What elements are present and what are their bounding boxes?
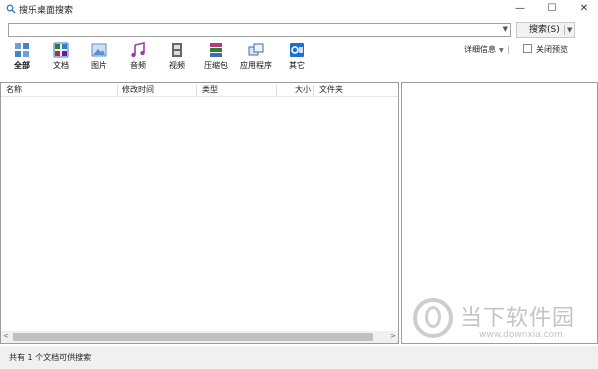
maximize-button[interactable]: ☐ — [537, 0, 567, 18]
scroll-right-icon[interactable]: > — [390, 332, 396, 340]
category-label: 全部 — [14, 61, 30, 70]
search-icon — [6, 4, 16, 14]
film-icon — [172, 43, 182, 57]
horizontal-scrollbar[interactable]: < > — [1, 331, 398, 343]
archive-icon — [210, 43, 222, 57]
title-bar: 搜乐桌面搜索 — ☐ ✕ — [0, 0, 598, 18]
category-pictures[interactable]: 图片 — [89, 42, 109, 72]
document-icon — [53, 42, 69, 58]
search-input[interactable] — [9, 24, 499, 36]
category-documents[interactable]: 文档 — [51, 42, 71, 72]
close-button[interactable]: ✕ — [569, 0, 598, 18]
status-text: 共有 1 个文档可供搜索 — [9, 353, 92, 362]
picture-icon — [91, 43, 107, 57]
status-bar: 共有 1 个文档可供搜索 — [0, 346, 598, 369]
category-other[interactable]: 其它 — [287, 42, 307, 72]
category-label: 音频 — [130, 61, 146, 70]
watermark-url: www.downxia.com — [479, 330, 563, 340]
column-header-folder[interactable]: 文件夹 — [316, 83, 343, 97]
column-header-name[interactable]: 名称 — [3, 83, 22, 97]
category-video[interactable]: 视频 — [167, 42, 187, 72]
category-label: 文档 — [53, 61, 69, 70]
close-preview-toggle[interactable]: 关闭预览 — [523, 44, 568, 55]
scrollbar-thumb[interactable] — [13, 333, 373, 341]
search-combobox[interactable]: ▼ — [8, 23, 511, 37]
column-divider[interactable] — [313, 85, 314, 96]
search-button-label: 搜索(S) — [529, 25, 560, 35]
toolbar-divider — [507, 45, 509, 54]
details-label: 详细信息 — [464, 45, 496, 54]
watermark-name: 当下软件园 — [460, 306, 576, 331]
close-preview-label: 关闭预览 — [536, 45, 568, 54]
chevron-down-icon[interactable]: ▼ — [503, 25, 508, 33]
application-icon — [248, 43, 264, 56]
watermark-logo-inner — [425, 306, 441, 328]
category-label: 其它 — [289, 61, 305, 70]
column-divider[interactable] — [276, 85, 277, 96]
column-header-size[interactable]: 大小 — [292, 83, 311, 97]
window-title: 搜乐桌面搜索 — [19, 6, 74, 16]
column-header-type[interactable]: 类型 — [199, 83, 218, 97]
details-view-button[interactable]: 详细信息 ▼ — [464, 44, 509, 55]
watermark: 当下软件园 www.downxia.com — [413, 296, 588, 348]
category-label: 应用程序 — [240, 61, 272, 70]
file-list[interactable]: 名称 修改时间 类型 大小 文件夹 < > — [0, 82, 399, 344]
column-header-row: 名称 修改时间 类型 大小 文件夹 — [1, 83, 398, 97]
category-label: 压缩包 — [204, 61, 228, 70]
all-icon — [15, 43, 29, 57]
search-button[interactable]: 搜索(S) ▼ — [516, 22, 575, 38]
category-all[interactable]: 全部 — [12, 42, 32, 72]
column-divider[interactable] — [117, 85, 118, 96]
chevron-down-icon[interactable]: ▼ — [499, 47, 504, 54]
outlook-icon — [290, 43, 304, 57]
column-divider[interactable] — [196, 85, 197, 96]
minimize-button[interactable]: — — [505, 0, 535, 18]
scroll-left-icon[interactable]: < — [3, 332, 9, 340]
category-applications[interactable]: 应用程序 — [240, 42, 272, 72]
category-audio[interactable]: 音频 — [128, 42, 148, 72]
category-label: 视频 — [169, 61, 185, 70]
column-header-modified[interactable]: 修改时间 — [119, 83, 154, 97]
close-preview-checkbox[interactable] — [523, 44, 532, 53]
category-archives[interactable]: 压缩包 — [203, 42, 229, 72]
category-label: 图片 — [91, 61, 107, 70]
music-note-icon — [131, 42, 145, 58]
search-button-divider — [564, 25, 565, 35]
chevron-down-icon[interactable]: ▼ — [567, 23, 572, 37]
